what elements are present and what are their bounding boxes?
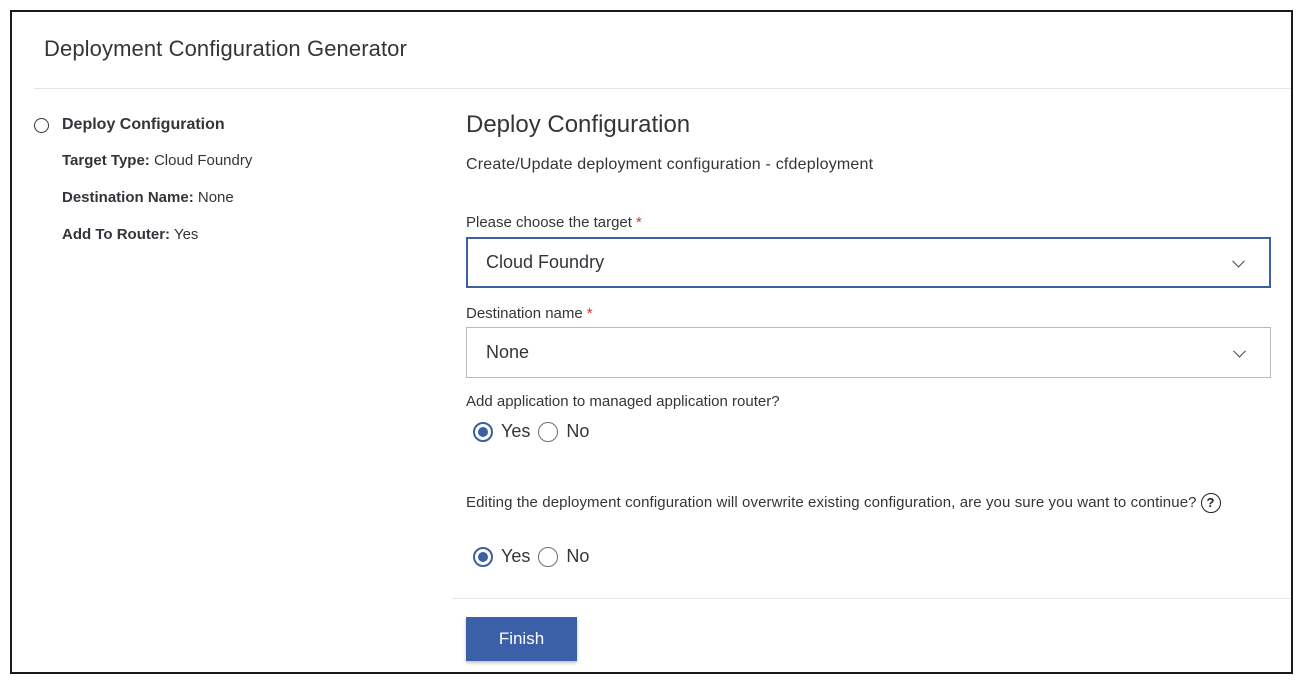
overwrite-yes-radio[interactable]: [473, 547, 493, 567]
required-marker: *: [636, 214, 642, 231]
target-select-value: Cloud Foundry: [486, 252, 604, 273]
step-indicator-icon: [34, 118, 49, 133]
target-label: Please choose the target*: [466, 214, 642, 231]
router-radio-group: Yes No: [473, 421, 597, 442]
destination-label-text: Destination name: [466, 305, 583, 322]
summary-value: None: [198, 189, 234, 206]
destination-select-value: None: [486, 342, 529, 363]
page-subtitle: Create/Update deployment configuration -…: [466, 156, 873, 174]
overwrite-question-text: Editing the deployment configuration wil…: [466, 494, 1197, 511]
summary-key: Target Type:: [62, 152, 150, 169]
summary-key: Destination Name:: [62, 189, 194, 206]
router-no-radio[interactable]: [538, 422, 558, 442]
destination-label: Destination name*: [466, 305, 593, 322]
summary-destination-name: Destination Name: None: [62, 189, 234, 206]
chevron-down-icon[interactable]: [1232, 254, 1245, 267]
target-label-text: Please choose the target: [466, 214, 632, 231]
summary-add-to-router: Add To Router: Yes: [62, 226, 198, 243]
help-icon[interactable]: ?: [1201, 493, 1221, 513]
router-no-label[interactable]: No: [566, 421, 589, 442]
finish-button[interactable]: Finish: [466, 617, 577, 661]
chevron-down-icon[interactable]: [1233, 344, 1246, 357]
router-yes-radio[interactable]: [473, 422, 493, 442]
summary-value: Cloud Foundry: [154, 152, 252, 169]
header-divider: [34, 88, 1291, 89]
overwrite-yes-label[interactable]: Yes: [501, 546, 530, 567]
router-yes-label[interactable]: Yes: [501, 421, 530, 442]
app-title: Deployment Configuration Generator: [44, 36, 407, 62]
summary-key: Add To Router:: [62, 226, 170, 243]
overwrite-no-radio[interactable]: [538, 547, 558, 567]
overwrite-question: Editing the deployment configuration wil…: [466, 491, 1256, 515]
overwrite-no-label[interactable]: No: [566, 546, 589, 567]
required-marker: *: [587, 305, 593, 322]
summary-value: Yes: [174, 226, 198, 243]
router-question: Add application to managed application r…: [466, 393, 780, 410]
overwrite-radio-group: Yes No: [473, 546, 597, 567]
step-title[interactable]: Deploy Configuration: [62, 116, 225, 134]
summary-target-type: Target Type: Cloud Foundry: [62, 152, 252, 169]
destination-select[interactable]: None: [466, 327, 1271, 378]
footer-divider: [452, 598, 1291, 599]
page-title: Deploy Configuration: [466, 111, 690, 139]
target-select[interactable]: Cloud Foundry: [466, 237, 1271, 288]
